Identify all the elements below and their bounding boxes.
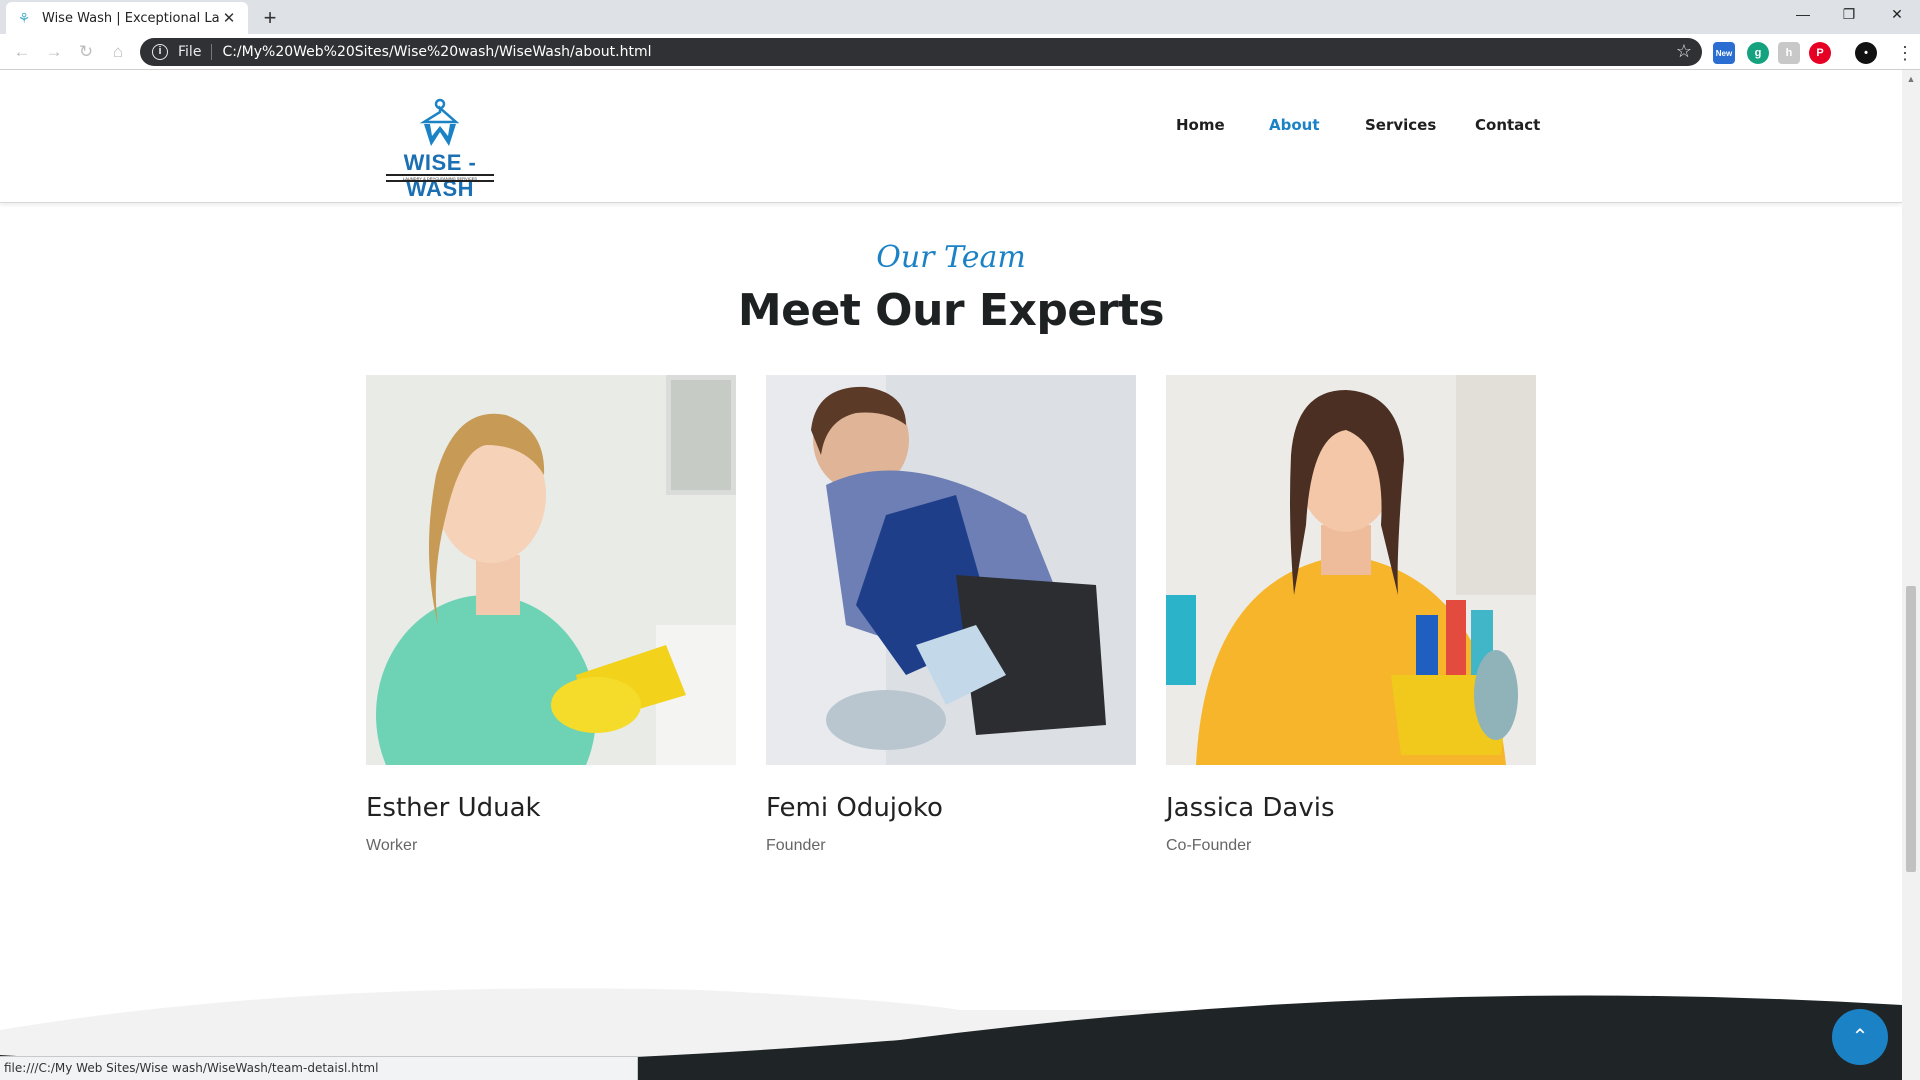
tab-close-icon[interactable]: ✕ bbox=[220, 9, 238, 27]
grammar-extension-icon[interactable]: g bbox=[1747, 42, 1769, 64]
extension-badge: New bbox=[1715, 49, 1733, 58]
section-heading: Meet Our Experts bbox=[737, 285, 1165, 336]
url-scheme-label: File bbox=[178, 44, 202, 60]
site-header: WISE - WASH LAUNDRY & DRYCLEANING SERVIC… bbox=[0, 70, 1902, 203]
status-bar-link-preview: file:///C:/My Web Sites/Wise wash/WiseWa… bbox=[0, 1056, 638, 1080]
browser-tab-strip: ⚘ Wise Wash | Exceptional Laundry ✕ + — … bbox=[0, 0, 1920, 34]
browser-menu-icon[interactable]: ⋮ bbox=[1896, 42, 1914, 64]
team-member-name[interactable]: Jassica Davis bbox=[1166, 793, 1536, 823]
scroll-up-arrow-icon[interactable]: ▲ bbox=[1902, 74, 1920, 84]
team-member-photo[interactable] bbox=[366, 375, 736, 765]
hanger-shirt-icon bbox=[419, 98, 460, 146]
browser-tab[interactable]: ⚘ Wise Wash | Exceptional Laundry ✕ bbox=[6, 2, 248, 34]
url-text[interactable]: C:/My%20Web%20Sites/Wise%20wash/WiseWash… bbox=[222, 44, 651, 60]
team-member-photo[interactable] bbox=[1166, 375, 1536, 765]
bookmark-star-icon[interactable]: ☆ bbox=[1676, 41, 1692, 62]
reader-extension-icon[interactable]: h bbox=[1778, 42, 1800, 64]
pinterest-extension-icon[interactable]: P bbox=[1809, 42, 1831, 64]
team-member-role: Co-Founder bbox=[1166, 837, 1252, 854]
chevron-up-icon: ⌃ bbox=[1851, 1026, 1869, 1048]
tab-title: Wise Wash | Exceptional Laundry bbox=[42, 10, 220, 26]
news-extension-icon[interactable]: New bbox=[1713, 42, 1735, 64]
omnibox-divider bbox=[211, 44, 213, 60]
profile-avatar-icon[interactable]: • bbox=[1855, 42, 1877, 64]
team-member-name[interactable]: Femi Odujoko bbox=[766, 793, 1136, 823]
restore-window-icon[interactable]: ❐ bbox=[1826, 0, 1872, 30]
nav-about[interactable]: About bbox=[1269, 116, 1320, 134]
site-info-icon[interactable]: i bbox=[152, 44, 168, 60]
team-member-role: Founder bbox=[766, 837, 826, 854]
scrollbar-thumb[interactable] bbox=[1906, 586, 1916, 872]
page-scrollbar[interactable]: ▲ bbox=[1902, 70, 1920, 1080]
nav-contact[interactable]: Contact bbox=[1475, 116, 1540, 134]
team-member-role: Worker bbox=[366, 837, 418, 854]
forward-arrow-icon[interactable]: → bbox=[42, 40, 66, 64]
site-favicon-icon: ⚘ bbox=[17, 10, 31, 26]
site-logo[interactable]: WISE - WASH LAUNDRY & DRYCLEANING SERVIC… bbox=[378, 98, 502, 201]
new-tab-button[interactable]: + bbox=[256, 5, 284, 33]
home-icon[interactable]: ⌂ bbox=[106, 40, 130, 64]
nav-services[interactable]: Services bbox=[1365, 116, 1436, 134]
section-eyebrow: Our Team bbox=[876, 240, 1026, 275]
back-arrow-icon[interactable]: ← bbox=[10, 40, 34, 64]
logo-tagline: LAUNDRY & DRYCLEANING SERVICES bbox=[386, 174, 494, 182]
team-card[interactable]: Esther Uduak Worker bbox=[366, 375, 736, 855]
team-member-photo[interactable] bbox=[766, 375, 1136, 765]
close-window-icon[interactable]: ✕ bbox=[1874, 0, 1920, 30]
nav-home[interactable]: Home bbox=[1176, 116, 1225, 134]
address-bar[interactable]: i File C:/My%20Web%20Sites/Wise%20wash/W… bbox=[140, 38, 1702, 66]
browser-toolbar: ← → ↻ ⌂ i File C:/My%20Web%20Sites/Wise%… bbox=[0, 34, 1920, 70]
team-card[interactable]: Femi Odujoko Founder bbox=[766, 375, 1136, 855]
team-card[interactable]: Jassica Davis Co-Founder bbox=[1166, 375, 1536, 855]
team-member-name[interactable]: Esther Uduak bbox=[366, 793, 736, 823]
minimize-window-icon[interactable]: — bbox=[1780, 0, 1826, 30]
back-to-top-button[interactable]: ⌃ bbox=[1832, 1009, 1888, 1065]
reload-icon[interactable]: ↻ bbox=[74, 40, 98, 64]
page-viewport: WISE - WASH LAUNDRY & DRYCLEANING SERVIC… bbox=[0, 70, 1902, 1080]
